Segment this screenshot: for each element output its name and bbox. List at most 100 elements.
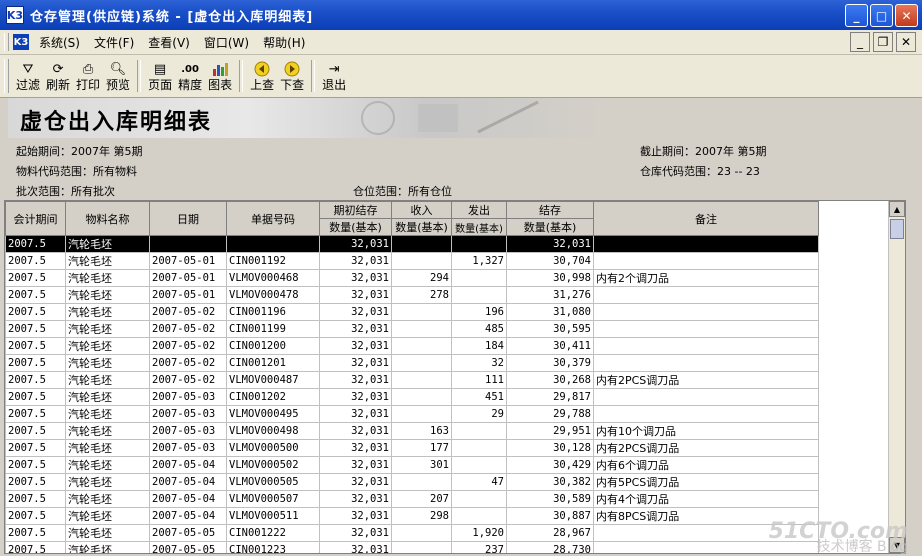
table-cell: 2007-05-03 <box>149 439 227 457</box>
col-header-doc-no[interactable]: 单据号码 <box>226 201 320 236</box>
col-header-opening[interactable]: 期初结存 <box>319 201 392 219</box>
toolbar-grip <box>4 59 9 93</box>
table-cell: 内有5PCS调刀品 <box>593 473 819 491</box>
scroll-thumb[interactable] <box>890 219 904 239</box>
printer-icon: ⎙ <box>82 61 94 77</box>
refresh-icon: ⟳ <box>52 61 64 77</box>
table-cell <box>391 337 452 355</box>
table-row[interactable]: 2007.5 汽轮毛坯 2007-05-04 VLMOV000502 32,031 301… <box>5 456 819 474</box>
table-cell: 2007-05-03 <box>149 388 227 406</box>
col-header-issue[interactable]: 发出 <box>451 201 507 219</box>
col-subheader-qty[interactable]: 数量(基本) <box>506 218 594 236</box>
table-cell <box>391 252 452 270</box>
table-cell: 2007.5 <box>5 473 66 491</box>
table-cell: 30,382 <box>506 473 594 491</box>
table-row[interactable]: 2007.5 汽轮毛坯 2007-05-02 VLMOV000487 32,031 111… <box>5 371 819 389</box>
page-button[interactable]: ▤ 页面 <box>145 56 175 96</box>
table-cell: 30,128 <box>506 439 594 457</box>
table-cell: 2007.5 <box>5 371 66 389</box>
menu-system[interactable]: 系统(S) <box>32 34 87 51</box>
col-header-remark[interactable]: 备注 <box>593 201 819 236</box>
table-cell: 301 <box>391 456 452 474</box>
vertical-scrollbar[interactable]: ▲ ▼ <box>888 201 905 553</box>
report-grid[interactable]: 会计期间 物料名称 日期 单据号码 期初结存 收入 发出 结存 备注 数量(基本… <box>4 200 906 554</box>
table-row[interactable]: 2007.5 汽轮毛坯 2007-05-01 VLMOV000478 32,031 278… <box>5 286 819 304</box>
prev-query-button[interactable]: 上查 <box>247 56 277 96</box>
table-row[interactable]: 2007.5 汽轮毛坯 2007-05-02 CIN001199 32,031 485 30… <box>5 320 819 338</box>
table-cell: 汽轮毛坯 <box>65 541 150 553</box>
table-cell <box>149 235 227 253</box>
table-row[interactable]: 2007.5 汽轮毛坯 2007-05-03 VLMOV000500 32,031 177… <box>5 439 819 457</box>
table-cell <box>451 422 507 440</box>
col-subheader-qty[interactable]: 数量(基本) <box>451 218 507 236</box>
table-cell: 1,920 <box>451 524 507 542</box>
report-table: 会计期间 物料名称 日期 单据号码 期初结存 收入 发出 结存 备注 数量(基本… <box>5 201 819 553</box>
table-cell: 2007-05-04 <box>149 456 227 474</box>
menu-help[interactable]: 帮助(H) <box>256 34 312 51</box>
page-label: 页面 <box>148 78 173 92</box>
refresh-button[interactable]: ⟳ 刷新 <box>43 56 73 96</box>
table-cell <box>391 388 452 406</box>
report-title: 虚仓出入库明细表 <box>20 109 213 135</box>
table-cell: 2007.5 <box>5 354 66 372</box>
col-header-date[interactable]: 日期 <box>149 201 227 236</box>
close-button[interactable]: ✕ <box>895 4 918 27</box>
col-header-closing[interactable]: 结存 <box>506 201 594 219</box>
table-cell <box>451 286 507 304</box>
preview-button[interactable]: 🔍︎ 预览 <box>103 56 133 96</box>
col-header-material[interactable]: 物料名称 <box>65 201 150 236</box>
next-query-label: 下查 <box>280 78 305 92</box>
table-cell: 32,031 <box>319 541 392 553</box>
col-header-receipt[interactable]: 收入 <box>391 201 452 219</box>
refresh-label: 刷新 <box>46 78 71 92</box>
maximize-button[interactable]: □ <box>870 4 893 27</box>
table-cell: 32,031 <box>319 439 392 457</box>
table-row[interactable]: 2007.5 汽轮毛坯 32,031 32,031 <box>5 235 819 253</box>
scroll-up-icon[interactable]: ▲ <box>889 201 905 217</box>
chart-button[interactable]: 图表 <box>205 56 235 96</box>
table-row[interactable]: 2007.5 汽轮毛坯 2007-05-03 VLMOV000498 32,031 163… <box>5 422 819 440</box>
table-cell: 2007.5 <box>5 269 66 287</box>
child-restore-button[interactable]: ❐ <box>873 32 893 52</box>
table-cell: 32,031 <box>319 473 392 491</box>
table-cell: 2007.5 <box>5 524 66 542</box>
table-row[interactable]: 2007.5 汽轮毛坯 2007-05-02 CIN001201 32,031 32 30,… <box>5 354 819 372</box>
table-cell: 内有10个调刀品 <box>593 422 819 440</box>
table-cell: 2007-05-02 <box>149 337 227 355</box>
child-minimize-button[interactable]: _ <box>850 32 870 52</box>
table-row[interactable]: 2007.5 汽轮毛坯 2007-05-02 CIN001196 32,031 196 31… <box>5 303 819 321</box>
col-header-period[interactable]: 会计期间 <box>5 201 66 236</box>
menu-file[interactable]: 文件(F) <box>87 34 141 51</box>
precision-button[interactable]: .00 精度 <box>175 56 205 96</box>
menu-window[interactable]: 窗口(W) <box>197 34 256 51</box>
table-cell: 32,031 <box>319 422 392 440</box>
table-cell <box>593 388 819 406</box>
exit-button[interactable]: ⇥ 退出 <box>319 56 349 96</box>
table-row[interactable]: 2007.5 汽轮毛坯 2007-05-04 VLMOV000511 32,031 298… <box>5 507 819 525</box>
table-row[interactable]: 2007.5 汽轮毛坯 2007-05-04 VLMOV000505 32,031 47 3… <box>5 473 819 491</box>
table-row[interactable]: 2007.5 汽轮毛坯 2007-05-01 CIN001192 32,031 1,327… <box>5 252 819 270</box>
table-row[interactable]: 2007.5 汽轮毛坯 2007-05-01 VLMOV000468 32,031 294… <box>5 269 819 287</box>
col-subheader-qty[interactable]: 数量(基本) <box>391 218 452 236</box>
document-icon[interactable]: K3 <box>13 34 29 50</box>
table-row[interactable]: 2007.5 汽轮毛坯 2007-05-02 CIN001200 32,031 184 30… <box>5 337 819 355</box>
child-close-button[interactable]: ✕ <box>896 32 916 52</box>
table-row[interactable]: 2007.5 汽轮毛坯 2007-05-03 CIN001202 32,031 451 29… <box>5 388 819 406</box>
table-row[interactable]: 2007.5 汽轮毛坯 2007-05-03 VLMOV000495 32,031 29 2… <box>5 405 819 423</box>
col-subheader-qty[interactable]: 数量(基本) <box>319 218 392 236</box>
table-row[interactable]: 2007.5 汽轮毛坯 2007-05-05 CIN001223 32,031 237 28… <box>5 541 819 553</box>
print-button[interactable]: ⎙ 打印 <box>73 56 103 96</box>
filter-label: 过滤 <box>16 78 41 92</box>
table-row[interactable]: 2007.5 汽轮毛坯 2007-05-05 CIN001222 32,031 1,920… <box>5 524 819 542</box>
table-cell <box>226 235 320 253</box>
menu-view[interactable]: 查看(V) <box>141 34 197 51</box>
next-query-button[interactable]: 下查 <box>277 56 307 96</box>
table-cell <box>451 456 507 474</box>
filter-button[interactable]: ⛛ 过滤 <box>13 56 43 96</box>
table-cell: 汽轮毛坯 <box>65 490 150 508</box>
table-cell: 2007-05-02 <box>149 320 227 338</box>
minimize-button[interactable]: _ <box>845 4 868 27</box>
table-row[interactable]: 2007.5 汽轮毛坯 2007-05-04 VLMOV000507 32,031 207… <box>5 490 819 508</box>
table-cell: VLMOV000502 <box>226 456 320 474</box>
table-cell: 2007.5 <box>5 252 66 270</box>
